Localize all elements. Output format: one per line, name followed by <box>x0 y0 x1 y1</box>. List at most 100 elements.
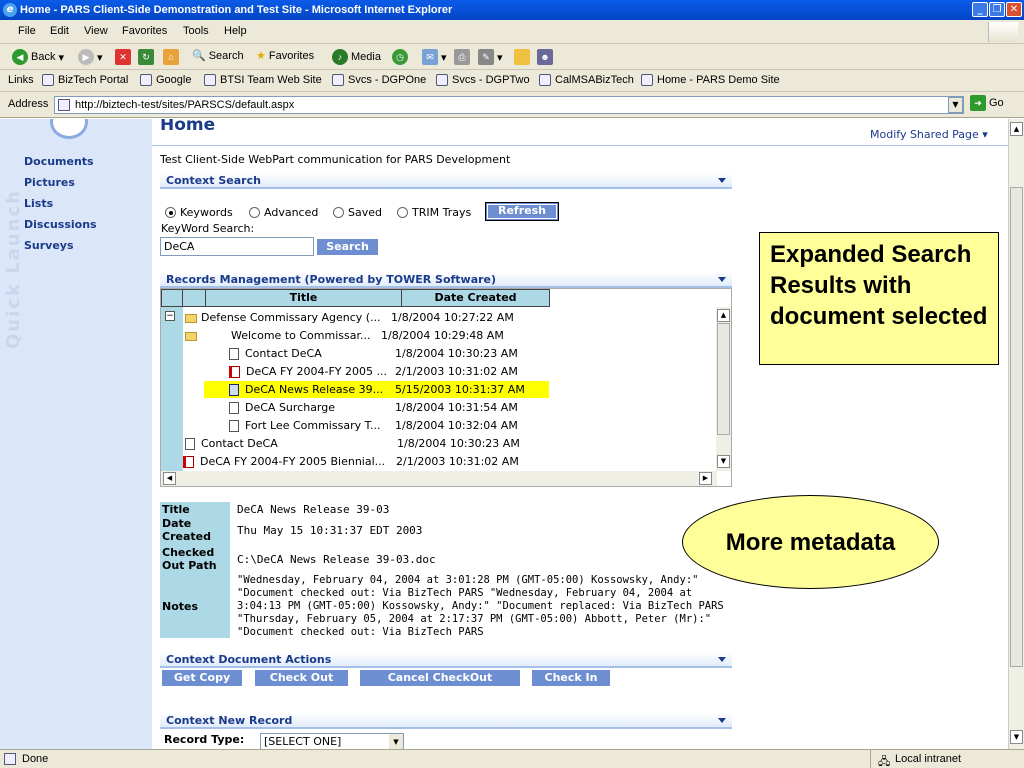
mail-button[interactable]: ✉ ▾ <box>422 49 447 65</box>
column-header-date[interactable]: Date Created <box>401 289 550 307</box>
forward-button[interactable]: ▶ ▾ <box>78 49 103 65</box>
print-button[interactable]: ⎙ <box>454 49 470 65</box>
check-in-button[interactable]: Check In <box>531 669 611 687</box>
radio-trim-trays[interactable]: TRIM Trays <box>397 206 471 219</box>
context-search-header: Context Search <box>160 173 732 189</box>
table-row-selected[interactable]: DeCA News Release 39... 5/15/2003 10:31:3… <box>204 381 549 398</box>
record-type-select[interactable]: [SELECT ONE] ▼ <box>260 733 404 749</box>
column-header-title[interactable]: Title <box>205 289 402 307</box>
cancel-checkout-button[interactable]: Cancel CheckOut <box>359 669 521 687</box>
scroll-left-icon[interactable]: ◀ <box>163 472 176 485</box>
page-title: Home <box>160 119 216 135</box>
check-out-button[interactable]: Check Out <box>254 669 349 687</box>
scroll-down-icon[interactable]: ▼ <box>1010 730 1023 744</box>
refresh-page-button[interactable]: ↻ <box>138 49 154 65</box>
back-arrow-icon: ◀ <box>12 49 28 65</box>
nav-surveys[interactable]: Surveys <box>24 239 74 252</box>
radio-advanced[interactable]: Advanced <box>249 206 318 219</box>
maximize-button[interactable]: ❐ <box>989 2 1005 17</box>
page-icon <box>641 74 653 86</box>
tree-vertical-scrollbar[interactable]: ▲ ▼ <box>716 307 731 471</box>
menu-help[interactable]: Help <box>224 25 247 37</box>
nav-pictures[interactable]: Pictures <box>24 176 75 189</box>
close-button[interactable]: ✕ <box>1006 2 1022 17</box>
collapse-arrow-icon[interactable] <box>718 178 726 183</box>
link-google[interactable]: Google <box>140 74 191 86</box>
scroll-right-icon[interactable]: ▶ <box>699 472 712 485</box>
callout-more-metadata: More metadata <box>682 495 939 589</box>
nav-documents[interactable]: Documents <box>24 155 94 168</box>
scroll-down-icon[interactable]: ▼ <box>717 455 730 468</box>
menu-view[interactable]: View <box>84 25 108 37</box>
messenger-button[interactable]: ☻ <box>537 49 553 65</box>
link-calmsabiztech[interactable]: CalMSABizTech <box>539 74 634 86</box>
callout-expanded-results: Expanded Search Results with document se… <box>759 232 999 365</box>
refresh-icon: ↻ <box>138 49 154 65</box>
url-input[interactable]: http://biztech-test/sites/PARSCS/default… <box>54 96 964 114</box>
nav-discussions[interactable]: Discussions <box>24 218 97 231</box>
edit-button[interactable]: ✎ ▾ <box>478 49 503 65</box>
link-btsi-team[interactable]: BTSI Team Web Site <box>204 74 322 86</box>
table-row[interactable]: Welcome to Commissar... 1/8/2004 10:29:48… <box>185 327 705 344</box>
keyword-search-input[interactable]: DeCA <box>160 237 314 256</box>
tree-horizontal-scrollbar[interactable]: ◀ ▶ <box>161 471 717 486</box>
page-icon <box>140 74 152 86</box>
table-row[interactable]: DeCA Surcharge 1/8/2004 10:31:54 AM <box>229 399 709 416</box>
table-row[interactable]: Fort Lee Commissary T... 1/8/2004 10:32:0… <box>229 417 709 434</box>
get-copy-button[interactable]: Get Copy <box>161 669 243 687</box>
menu-edit[interactable]: Edit <box>50 25 69 37</box>
table-row[interactable]: DeCA FY 2004-FY 2005 Biennial... 2/1/2003… <box>183 453 703 470</box>
collapse-arrow-icon[interactable] <box>718 277 726 282</box>
collapse-arrow-icon[interactable] <box>718 657 726 662</box>
table-row[interactable]: Contact DeCA 1/8/2004 10:30:23 AM <box>185 435 705 452</box>
window-title-bar: Home - PARS Client-Side Demonstration an… <box>0 0 1024 20</box>
search-button[interactable]: Search <box>316 238 379 256</box>
page-icon <box>204 74 216 86</box>
actions-header: Context Document Actions <box>160 652 732 668</box>
collapse-icon[interactable]: − <box>165 311 175 321</box>
keyword-search-label: KeyWord Search: <box>161 222 255 235</box>
scroll-up-icon[interactable]: ▲ <box>717 309 730 322</box>
metadata-notes-line: "Wednesday, February 04, 2004 at 3:01:28… <box>237 574 699 586</box>
home-button[interactable]: ⌂ <box>163 49 179 65</box>
table-row[interactable]: Defense Commissary Agency (... 1/8/2004 1… <box>185 309 705 326</box>
search-icon: 🔍 <box>192 50 206 62</box>
scroll-thumb[interactable] <box>717 323 730 435</box>
minimize-button[interactable]: _ <box>972 2 988 17</box>
folder-icon <box>185 313 197 323</box>
page-icon <box>436 74 448 86</box>
discuss-button[interactable] <box>514 49 530 65</box>
page-icon <box>42 74 54 86</box>
nav-lists[interactable]: Lists <box>24 197 53 210</box>
back-button[interactable]: ◀ Back ▾ <box>12 49 64 65</box>
page-description: Test Client-Side WebPart communication f… <box>160 153 511 166</box>
history-button[interactable]: ◷ <box>392 49 408 65</box>
menu-tools[interactable]: Tools <box>183 25 209 37</box>
metadata-notes-line: "Document checked out: Via BizTech PARS … <box>237 587 693 599</box>
refresh-button[interactable]: Refresh <box>485 202 559 221</box>
table-row[interactable]: Contact DeCA 1/8/2004 10:30:23 AM <box>229 345 709 362</box>
link-biztech-portal[interactable]: BizTech Portal <box>42 74 128 86</box>
history-icon: ◷ <box>392 49 408 65</box>
link-svcs-dgpone[interactable]: Svcs - DGPOne <box>332 74 426 86</box>
link-pars-demo[interactable]: Home - PARS Demo Site <box>641 74 780 86</box>
metadata-notes-label: Notes <box>162 600 199 613</box>
menu-favorites[interactable]: Favorites <box>122 25 167 37</box>
table-row[interactable]: DeCA FY 2004-FY 2005 ... 2/1/2003 10:31:0… <box>229 363 709 380</box>
link-svcs-dgptwo[interactable]: Svcs - DGPTwo <box>436 74 530 86</box>
scroll-thumb[interactable] <box>1010 187 1023 667</box>
search-toolbar-button[interactable]: 🔍 Search <box>192 49 244 63</box>
favorites-button[interactable]: ★ Favorites <box>256 49 314 63</box>
go-button[interactable]: ➜ Go <box>970 95 1004 111</box>
media-button[interactable]: ♪ Media <box>332 49 381 65</box>
menu-file[interactable]: File <box>18 25 36 37</box>
address-dropdown-icon[interactable]: ▼ <box>948 97 963 113</box>
radio-saved[interactable]: Saved <box>333 206 382 219</box>
stop-button[interactable]: ✕ <box>115 49 131 65</box>
page-vertical-scrollbar[interactable]: ▲ ▼ <box>1008 119 1024 749</box>
scroll-up-icon[interactable]: ▲ <box>1010 122 1023 136</box>
radio-keywords[interactable]: Keywords <box>165 206 233 219</box>
modify-shared-page-link[interactable]: Modify Shared Page ▾ <box>870 128 988 141</box>
collapse-arrow-icon[interactable] <box>718 718 726 723</box>
people-icon: ☻ <box>537 49 553 65</box>
